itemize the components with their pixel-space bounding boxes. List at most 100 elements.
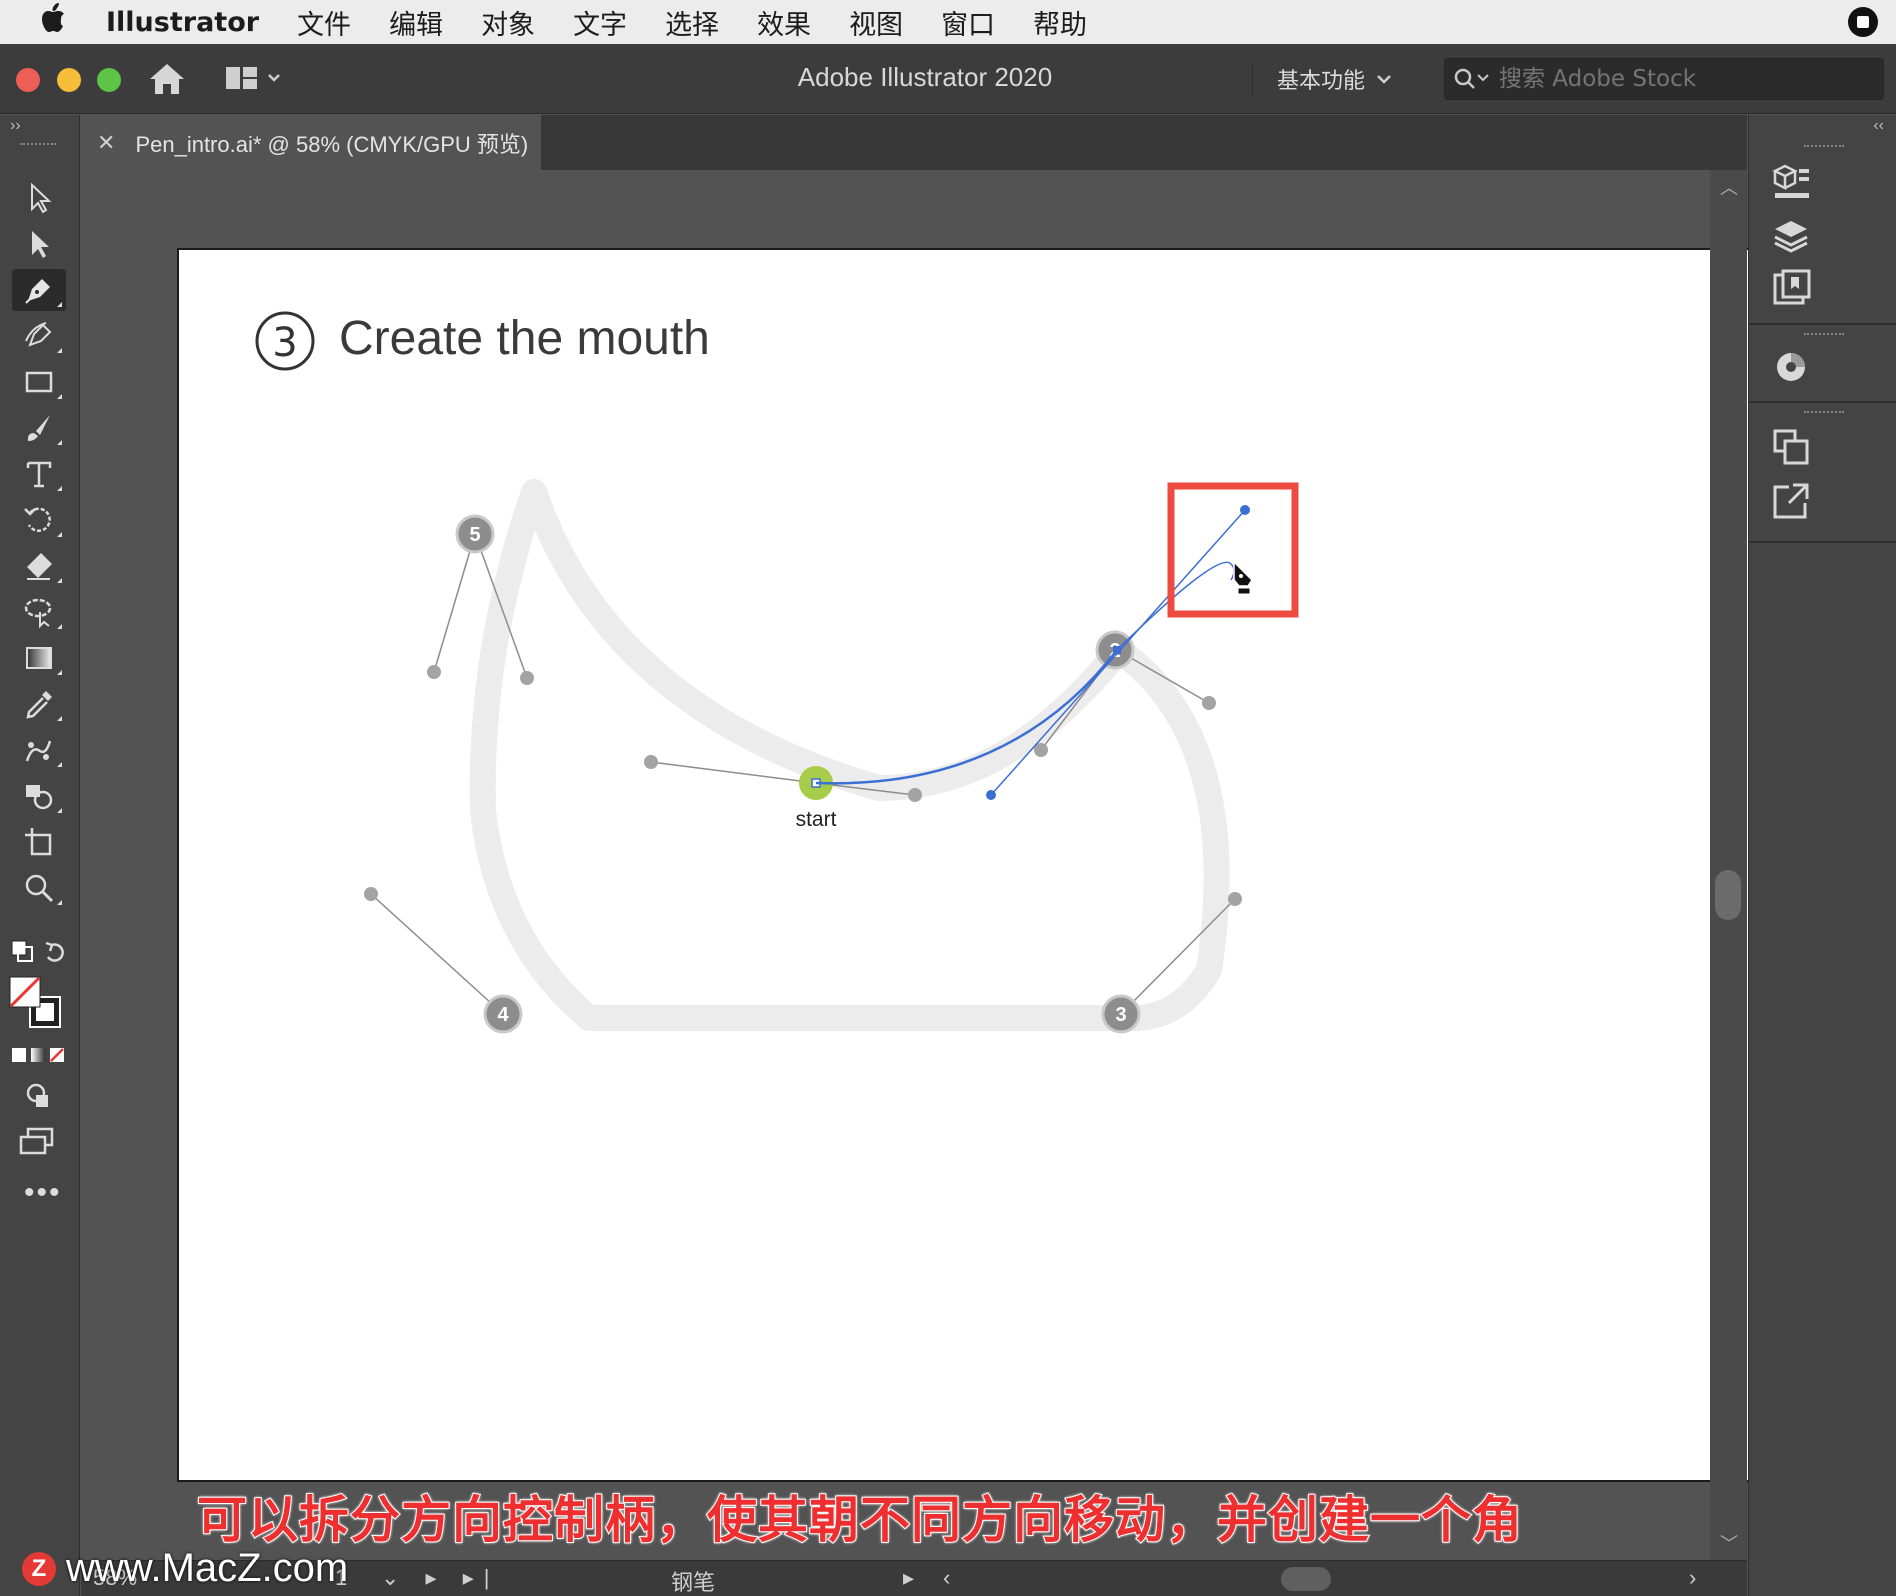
stock-search-input[interactable] bbox=[1499, 66, 1859, 92]
layers-icon[interactable] bbox=[1769, 215, 1813, 259]
dock-separator-2 bbox=[1749, 401, 1896, 403]
handle-point-lower[interactable] bbox=[986, 790, 996, 800]
fill-stroke-swatch-icon[interactable] bbox=[8, 975, 72, 1031]
menu-file[interactable]: 文件 bbox=[297, 3, 351, 42]
eyedropper-tool[interactable] bbox=[12, 683, 66, 725]
dock-grip-3[interactable] bbox=[1804, 411, 1844, 415]
menu-object[interactable]: 对象 bbox=[481, 3, 535, 42]
handle-point-upper[interactable] bbox=[1240, 505, 1250, 515]
curvature-icon bbox=[25, 322, 52, 347]
lasso-tool[interactable] bbox=[12, 591, 66, 633]
video-subtitle: 可以拆分方向控制柄，使其朝不同方向移动，并创建一个角 bbox=[196, 1490, 1523, 1550]
artboard-icon bbox=[25, 828, 52, 856]
export-icon[interactable] bbox=[1769, 479, 1813, 523]
canvas-area[interactable]: 3 Create the mouth 5 3 4 start bbox=[81, 170, 1779, 1560]
direct-selection-tool[interactable] bbox=[12, 223, 66, 265]
draw-mode-icon[interactable] bbox=[22, 1081, 56, 1111]
rotate-icon bbox=[24, 507, 51, 532]
menu-view[interactable]: 视图 bbox=[849, 3, 903, 42]
app-title: Adobe Illustrator 2020 bbox=[797, 62, 1053, 92]
close-tab-icon[interactable]: ✕ bbox=[97, 130, 115, 156]
collapse-panel-icon[interactable]: ›› bbox=[10, 117, 21, 135]
shape-builder-icon bbox=[26, 785, 53, 810]
dock-grip-2[interactable] bbox=[1804, 333, 1844, 337]
watermark-logo: Z bbox=[22, 1551, 56, 1586]
curvature-tool[interactable] bbox=[12, 315, 66, 357]
selection-tool[interactable] bbox=[12, 177, 66, 219]
eraser-tool[interactable] bbox=[12, 545, 66, 587]
scroll-right-icon[interactable]: › bbox=[1689, 1565, 1696, 1591]
tools-panel: ›› ••• bbox=[0, 115, 80, 1596]
anchor-3-label: 3 bbox=[1115, 1004, 1126, 1026]
menu-select[interactable]: 选择 bbox=[665, 3, 719, 42]
scroll-up-icon[interactable]: ︿ bbox=[1720, 174, 1738, 200]
menu-window[interactable]: 窗口 bbox=[941, 3, 995, 42]
screen-mode-icon[interactable] bbox=[18, 1125, 58, 1159]
type-tool[interactable] bbox=[12, 453, 66, 495]
color-icon[interactable] bbox=[1769, 345, 1813, 389]
pen-cursor-icon bbox=[1233, 560, 1253, 595]
status-menu-icon[interactable]: ▸ bbox=[903, 1565, 914, 1591]
arrange-documents-icon[interactable] bbox=[224, 64, 284, 94]
workspace-switcher[interactable]: 基本功能 bbox=[1252, 62, 1393, 96]
window-minimize-button[interactable] bbox=[57, 68, 81, 92]
menu-effect[interactable]: 效果 bbox=[757, 3, 811, 42]
zoom-icon bbox=[25, 874, 54, 903]
pen-icon bbox=[25, 279, 50, 304]
scroll-left-icon[interactable]: ‹ bbox=[943, 1565, 950, 1591]
dock-separator bbox=[1749, 323, 1896, 325]
artboard[interactable]: 3 Create the mouth 5 3 4 start bbox=[177, 248, 1779, 1482]
menu-app-name[interactable]: Illustrator bbox=[106, 7, 259, 38]
start-label: start bbox=[796, 808, 837, 831]
screen-record-icon[interactable] bbox=[1848, 7, 1878, 37]
workspace-label: 基本功能 bbox=[1277, 69, 1366, 94]
anchor-3: 3 bbox=[1101, 994, 1141, 1034]
transform-icon[interactable] bbox=[1769, 425, 1813, 469]
right-panel-dock: ‹‹ bbox=[1748, 115, 1896, 1596]
scroll-down-icon[interactable]: ﹀ bbox=[1720, 1530, 1738, 1556]
horizontal-scrollbar-thumb[interactable] bbox=[1281, 1567, 1331, 1591]
color-mode-icon[interactable] bbox=[10, 1045, 70, 1067]
artboard-heading: Create the mouth bbox=[339, 312, 710, 365]
paintbrush-tool[interactable] bbox=[12, 407, 66, 449]
shape-builder-tool[interactable] bbox=[12, 775, 66, 817]
menu-type[interactable]: 文字 bbox=[573, 3, 627, 42]
panel-grip[interactable] bbox=[20, 143, 56, 149]
current-anchor[interactable] bbox=[1113, 646, 1121, 654]
eyedropper-icon bbox=[26, 691, 52, 719]
properties-icon[interactable] bbox=[1769, 161, 1813, 205]
vertical-scrollbar[interactable]: ︿ ﹀ bbox=[1710, 170, 1747, 1560]
artboard-drawing: 3 Create the mouth 5 3 4 start bbox=[255, 311, 1299, 1034]
gradient-icon bbox=[26, 647, 52, 669]
rotate-tool[interactable] bbox=[12, 499, 66, 541]
artboard-nav-icons[interactable]: ⌄ ▸ ▸| bbox=[381, 1565, 499, 1591]
apple-icon[interactable] bbox=[40, 3, 74, 41]
edit-toolbar-icon[interactable]: ••• bbox=[24, 1178, 62, 1208]
eraser-icon bbox=[27, 553, 52, 580]
rectangle-tool[interactable] bbox=[12, 361, 66, 403]
libraries-icon[interactable] bbox=[1769, 267, 1813, 311]
dock-separator-3 bbox=[1749, 541, 1896, 543]
menu-edit[interactable]: 编辑 bbox=[389, 3, 443, 42]
adobe-stock-search[interactable] bbox=[1444, 58, 1884, 100]
rectangle-icon bbox=[25, 371, 53, 393]
home-icon[interactable] bbox=[148, 62, 186, 96]
app-titlebar: Adobe Illustrator 2020 基本功能 bbox=[0, 44, 1896, 114]
menu-help[interactable]: 帮助 bbox=[1033, 3, 1087, 42]
watermark-text: www.MacZ.com bbox=[66, 1546, 349, 1590]
blend-tool[interactable] bbox=[12, 729, 66, 771]
gradient-tool[interactable] bbox=[12, 637, 66, 679]
artboard-tool[interactable] bbox=[12, 821, 66, 863]
document-tab[interactable]: ✕ Pen_intro.ai* @ 58% (CMYK/GPU 预览) bbox=[81, 115, 541, 170]
mouth-template-path bbox=[469, 479, 1230, 1032]
window-zoom-button[interactable] bbox=[97, 68, 121, 92]
dock-grip[interactable] bbox=[1804, 145, 1844, 149]
direct-selection-icon bbox=[32, 231, 49, 258]
default-fill-stroke-icon[interactable] bbox=[8, 937, 72, 967]
scrollbar-thumb[interactable] bbox=[1715, 870, 1741, 920]
search-icon bbox=[1454, 68, 1489, 89]
zoom-tool[interactable] bbox=[12, 867, 66, 909]
window-close-button[interactable] bbox=[16, 68, 40, 92]
collapse-dock-icon[interactable]: ‹‹ bbox=[1873, 117, 1884, 135]
pen-tool[interactable] bbox=[12, 269, 66, 311]
